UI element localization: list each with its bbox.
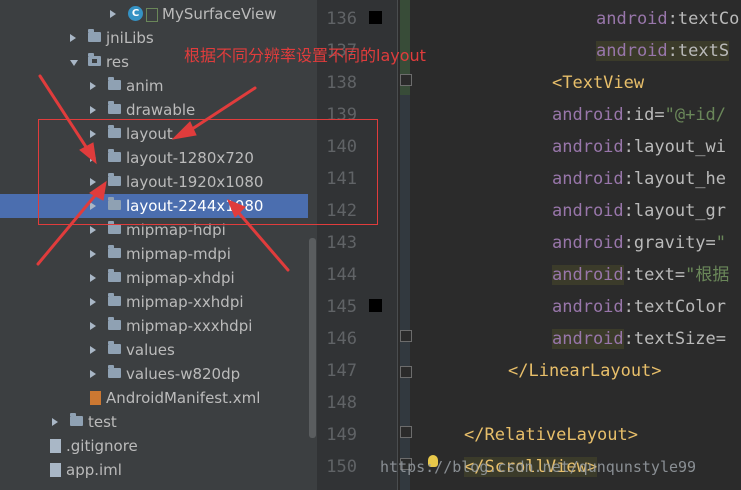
collapse-arrow-icon[interactable] [90,274,96,282]
scrollbar-thumb[interactable] [309,238,316,438]
code-line-139: android:id="@+id/ [552,105,727,125]
tree-item-label: anim [126,77,164,95]
code-line-138: <TextView [552,73,645,93]
breakpoint-marker[interactable] [369,11,382,24]
tree-item-label: mipmap-xhdpi [126,269,235,287]
tree-item--gitignore[interactable]: .gitignore [0,434,310,458]
collapse-arrow-icon[interactable] [70,34,76,42]
line-number: 136 [326,9,357,29]
tree-item-mipmap-mdpi[interactable]: mipmap-mdpi [0,242,310,266]
tree-item-anim[interactable]: anim [0,74,310,98]
tree-item-label: mipmap-xxhdpi [126,293,244,311]
tree-item-values-w820dp[interactable]: values-w820dp [0,362,310,386]
java-file-icon [146,8,158,22]
folder-icon [108,365,121,378]
tree-item-label: jniLibs [106,29,154,47]
file-icon [50,439,61,453]
folder-icon [108,101,121,114]
code-line-142: android:layout_gr [552,201,727,221]
code-line-146: android:textSize= [552,329,727,349]
folder-icon [108,317,121,330]
xml-file-icon [90,391,101,405]
tree-item-label: app.iml [66,461,122,479]
tree-item-mysurfaceview[interactable]: C MySurfaceView [0,2,310,26]
fold-marker[interactable] [400,74,412,86]
folder-icon [88,53,101,66]
class-icon: C [128,6,143,21]
tree-item-label: values [126,341,175,359]
line-number: 149 [326,425,357,445]
folder-icon [108,221,121,234]
collapse-arrow-icon[interactable] [90,346,96,354]
code-line-140: android:layout_wi [552,137,727,157]
collapse-arrow-icon[interactable] [90,250,96,258]
tree-item-mipmap-xhdpi[interactable]: mipmap-xhdpi [0,266,310,290]
collapse-arrow-icon[interactable] [110,10,116,18]
code-line-147: </LinearLayout> [508,361,662,381]
folder-icon [108,341,121,354]
tree-item-label: mipmap-xxxhdpi [126,317,253,335]
code-line-145: android:textColor [552,297,727,317]
tree-item-mipmap-xxhdpi[interactable]: mipmap-xxhdpi [0,290,310,314]
tree-scrollbar[interactable] [308,0,317,490]
line-number: 138 [326,73,357,93]
code-line-137: android:textS [596,41,730,61]
tree-item-values[interactable]: values [0,338,310,362]
breakpoint-marker[interactable] [369,299,382,312]
code-line-136: android:textCo [596,9,740,29]
folder-icon [108,245,121,258]
folder-icon [70,413,83,426]
folder-icon [108,293,121,306]
tree-item-label: res [106,53,129,71]
collapse-arrow-icon[interactable] [90,82,96,90]
collapse-arrow-icon[interactable] [90,298,96,306]
line-number: 147 [326,361,357,381]
code-line-141: android:layout_he [552,169,727,189]
code-line-144: android:text="根据 [552,265,730,285]
tree-item-app-iml[interactable]: app.iml [0,458,310,482]
collapse-arrow-icon[interactable] [90,370,96,378]
folder-icon [88,29,101,42]
line-number: 146 [326,329,357,349]
collapse-arrow-icon[interactable] [90,226,96,234]
collapse-arrow-icon[interactable] [90,106,96,114]
fold-marker[interactable] [400,426,412,438]
tree-item-label: test [88,413,117,431]
fold-marker[interactable] [400,330,412,342]
watermark-text: https://blog.csdn.net/qunqunstyle99 [380,458,697,476]
code-line-143: android:gravity=" [552,233,727,253]
tree-item-androidmanifest-xml[interactable]: AndroidManifest.xml [0,386,310,410]
line-number: 148 [326,393,357,413]
collapse-arrow-icon[interactable] [52,418,58,426]
tree-item-label: MySurfaceView [162,5,277,23]
file-icon [50,463,61,477]
folder-icon [108,269,121,282]
tree-item-label: .gitignore [66,437,138,455]
tree-item-label: mipmap-mdpi [126,245,231,263]
line-number: 143 [326,233,357,253]
folder-icon [108,77,121,90]
code-line-149: </RelativeLayout> [464,425,638,445]
fold-marker[interactable] [400,366,412,378]
line-number: 145 [326,297,357,317]
annotation-box [38,119,378,225]
tree-item-label: AndroidManifest.xml [106,389,261,407]
tree-item-label: values-w820dp [126,365,241,383]
collapse-arrow-icon[interactable] [90,322,96,330]
annotation-text: 根据不同分辨率设置不同的layout [184,46,426,65]
tree-item-test[interactable]: test [0,410,310,434]
line-number: 150 [326,457,357,477]
tree-item-mipmap-xxxhdpi[interactable]: mipmap-xxxhdpi [0,314,310,338]
expand-arrow-icon[interactable] [70,60,78,66]
line-number: 144 [326,265,357,285]
